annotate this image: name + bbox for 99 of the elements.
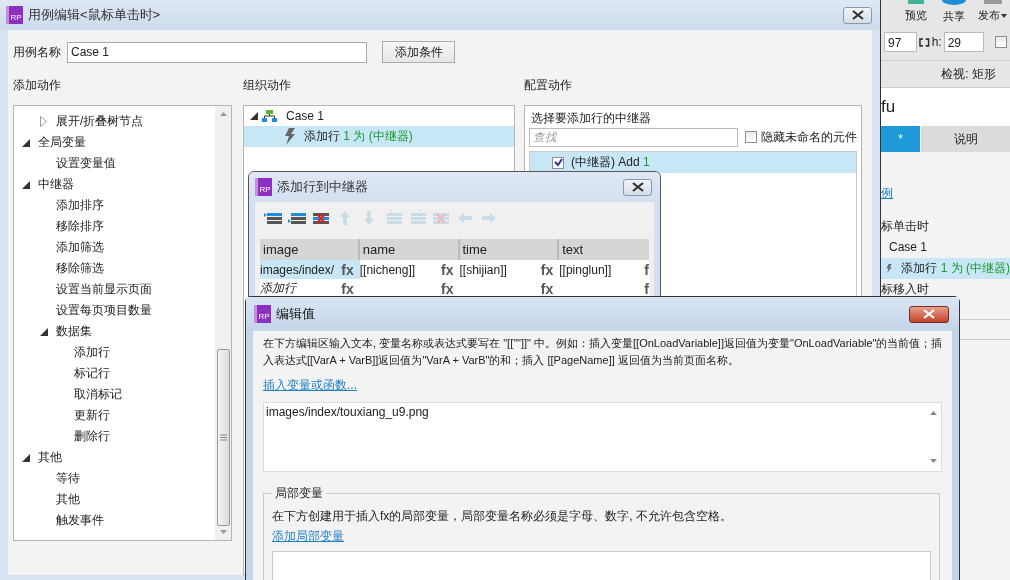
hierarchy-icon [262,110,277,122]
scroll-up-icon[interactable] [929,411,937,415]
scroll-down-icon[interactable] [219,530,227,534]
field-label: 用例名称 [13,43,62,61]
tree-item[interactable]: 展开/折叠树节点 [56,113,144,130]
action-row[interactable]: 添加行 1 为 (中继器) [244,126,514,147]
event-label[interactable]: 标单击时 [881,216,1010,237]
tree-item[interactable]: 等待 [56,470,80,487]
tree-item[interactable]: 取消标记 [74,386,122,403]
tree-item[interactable]: 数据集 [56,323,92,340]
group-label: 局部变量 [274,485,324,502]
table-cell[interactable]: [[pinglun]] f [559,260,649,279]
window-title: 用例编辑<鼠标单击时> [28,6,161,24]
checkbox[interactable] [745,131,757,143]
checkbox[interactable] [552,156,564,169]
expanded-caret-icon[interactable] [22,138,30,147]
caret-icon [1001,13,1008,18]
description-text: 在下方创建用于插入fx的局部变量，局部变量名称必须是字母、数字, 不允许包含空格。 [272,508,733,525]
add-condition-button[interactable]: 添加条件 [382,41,455,63]
tree-item[interactable]: 设置变量值 [56,155,116,172]
tree-item[interactable]: 标记行 [74,365,110,382]
app-logo: RP [255,178,272,196]
table-cell[interactable]: fx [359,279,460,298]
section-heading: 添加动作 [13,77,62,94]
app-logo: RP [6,6,23,24]
value-text-area[interactable]: images/index/touxiang_u9.png [263,402,942,472]
expanded-caret-icon[interactable] [22,453,30,462]
publish-icon [983,0,1002,4]
checkbox[interactable] [995,36,1007,48]
expanded-caret-icon[interactable] [40,327,48,336]
tree-item[interactable]: 其他 [38,449,62,466]
width-field[interactable]: 97 [884,32,918,52]
tree-item[interactable]: 删除行 [74,428,110,445]
table-cell[interactable]: images/index/ fx [260,260,360,279]
collapsed-caret-icon[interactable] [40,116,47,127]
toolbar-button[interactable]: 共享 [937,0,972,24]
close-button[interactable] [623,178,652,196]
checkbox-label: 隐藏未命名的元件 [761,129,857,145]
close-icon [851,10,864,20]
search-field[interactable]: 查找 [529,127,739,147]
table-cell[interactable]: f [559,279,649,298]
preview-icon [908,0,925,4]
case-label[interactable]: Case 1 [881,237,1010,258]
window-title: 添加行到中继器 [277,178,368,196]
close-button[interactable] [909,305,949,323]
toolbar-button[interactable]: 预览 [899,0,934,24]
height-field[interactable]: 29 [943,32,985,52]
table-cell[interactable]: fx [459,279,560,298]
scrollbar[interactable] [215,106,231,540]
tree-item[interactable]: 其他 [56,491,80,508]
widget-name: fu [881,97,896,117]
column-header[interactable]: text [559,239,649,260]
app-logo: RP [254,305,271,323]
link[interactable]: 例 [881,185,893,202]
window-title: 编辑值 [276,305,315,323]
scroll-down-icon[interactable] [929,459,937,463]
grid-icon[interactable] [264,210,282,226]
list-row[interactable]: (中继器) Add 1 [530,152,856,173]
case-label[interactable]: Case 1 [286,109,325,123]
lightning-icon [284,128,296,145]
tree-item[interactable]: 中继器 [38,176,74,193]
share-icon [942,0,967,5]
case-name-field[interactable]: Case 1 [67,41,367,63]
tree-item[interactable]: 添加排序 [56,197,104,214]
tree-item[interactable]: 移除排序 [56,218,104,235]
column-header[interactable]: time [459,239,560,260]
instructions-text: 在下方编辑区输入文本, 变量名称或表达式要写在 "[[""]]" 中。例如：插入变量[[OnLoadVariable]]返回值为变量"OnLoadVariable"的当前值；插入表达式[[VarA + VarB]]返回值为"VarA + VarB"的和；插入 [[PageName]] 返回值为当前页面名称。 [263,336,944,368]
event-label[interactable]: 标移入时 [881,279,1010,300]
tree-item[interactable]: 添加行 [74,344,110,361]
expanded-caret-icon[interactable] [22,180,30,189]
tab[interactable]: 说明 [921,126,1010,152]
tree-item[interactable]: 更新行 [74,407,110,424]
expanded-caret-icon[interactable] [250,112,258,120]
close-icon [631,182,644,192]
field-label: h: [931,35,942,49]
section-heading: 组织动作 [243,77,292,94]
table-cell[interactable]: [[nicheng]] fx [359,260,460,279]
grid-delete-icon[interactable] [312,210,330,226]
section-heading: 配置动作 [524,77,573,94]
bracket-icon [919,37,930,47]
table-cell[interactable]: 添加行 fx [260,279,360,298]
grid-icon[interactable] [288,210,306,226]
prompt-text: 选择要添加行的中继器 [530,110,652,126]
toolbar-button[interactable]: 发布 [975,0,1010,24]
scroll-up-icon[interactable] [219,112,227,116]
grip-icon[interactable] [219,434,227,441]
tree-item[interactable]: 移除筛选 [56,260,104,277]
tree-item[interactable]: 设置每页项目数量 [56,302,152,319]
tree-item[interactable]: 全局变量 [38,134,86,151]
table-cell[interactable]: [[shijian]] fx [459,260,560,279]
tree-item[interactable]: 添加筛选 [56,239,104,256]
panel-title: 检视: 矩形 [881,61,1010,88]
tree-item[interactable]: 设置当前显示页面 [56,281,152,298]
close-button[interactable] [843,6,872,24]
insert-variable-link[interactable]: 插入变量或函数... [263,377,357,394]
action-row[interactable]: 添加行 1 为 (中继器) [881,258,1010,279]
add-variable-link[interactable]: 添加局部变量 [272,528,344,545]
close-icon [923,309,935,319]
tree-item[interactable]: 触发事件 [56,512,104,529]
